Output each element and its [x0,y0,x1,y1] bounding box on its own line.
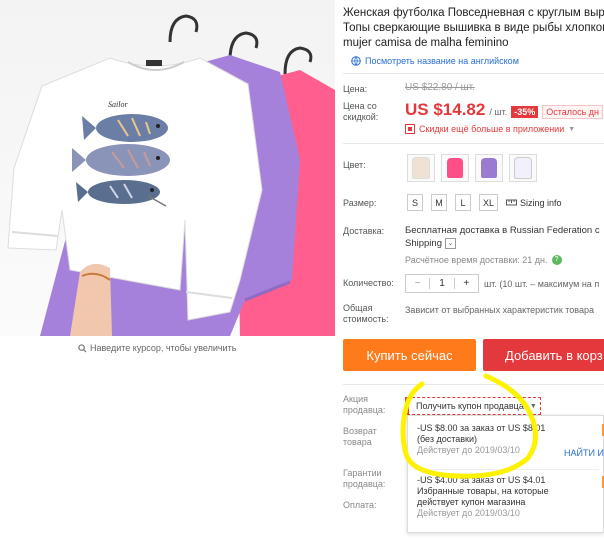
sizing-info-link[interactable]: Sizing info [506,198,562,208]
color-swatches [407,154,537,182]
color-swatch-pink[interactable] [441,154,469,182]
divider [343,143,604,144]
color-swatch-white[interactable] [509,154,537,182]
guarantee-label: Гарантии продавца: [343,468,386,489]
payment-label: Оплата: [343,500,377,510]
shirt-thumbnail [412,157,430,179]
add-to-cart-button[interactable]: Добавить в корз [483,339,604,371]
coupon-2-expiry: Действует до 2019/03/10 [417,508,520,518]
zoom-hint: Наведите курсор, чтобы увеличить [78,343,236,353]
color-swatch-beige[interactable] [407,154,435,182]
coupon-2-condition-1: Избранные товары, на которые [417,486,549,496]
total-label: Общая стоимость: [343,303,389,324]
size-s[interactable]: S [407,194,423,211]
free-shipping-text: Бесплатная доставка в Russian Federation… [405,225,600,236]
caret-down-icon: ▼ [529,402,537,410]
delivery-time: Расчётное время доставки: 21 дн. ? [405,255,562,265]
title-line-1: Женская футболка Повседневная с круглым … [343,7,604,19]
shirt-thumbnail [514,157,532,179]
divider [343,384,604,385]
coupon-2-amount: -US $4.00 за заказ от US $4.01 [417,475,546,485]
coupon-1-condition: (без доставки) [417,434,478,444]
return-label: Возврат товара [343,426,377,447]
price-row: US $14.82 / шт. -35% Осталось дн [405,100,604,120]
shipping-label: Доставка: [343,226,385,236]
shirt-thumbnail [481,158,497,178]
shirt-print-text: Sailor [108,100,128,109]
color-swatch-purple[interactable] [475,154,503,182]
shipping-method-text: Shipping [405,238,442,249]
per-unit: / шт. [489,107,508,117]
product-title: Женская футболка Повседневная с круглым … [343,6,604,51]
coupon-dropdown: -US $8.00 за заказ от US $8.01 (без дост… [407,415,604,533]
color-label: Цвет: [343,160,366,170]
shipping-method-select[interactable]: Shipping ⌄ [405,238,456,249]
chevron-down-icon: ▼ [568,125,576,133]
ruler-icon [506,199,518,206]
size-options: S M L XL Sizing info [407,194,562,211]
size-m[interactable]: M [431,194,447,211]
coupon-accent-bar [405,397,409,415]
product-image[interactable]: Sailor [0,0,335,336]
app-promo-text: Скидки ещё больше в приложении [419,124,565,134]
coupon-1-expiry: Действует до 2019/03/10 [417,445,520,455]
coupon-1-amount: -US $8.00 за заказ от US $8.01 [417,423,546,433]
sizing-info-text: Sizing info [520,197,562,208]
total-note: Зависит от выбранных характеристик товар… [405,305,594,315]
size-l[interactable]: L [455,194,471,211]
translate-link-text: Посмотреть название на английском [365,56,519,66]
quantity-stepper: − 1 + [405,274,479,293]
product-photo: Sailor [7,14,335,336]
quantity-decrease-button[interactable]: − [406,278,429,289]
quantity-label: Количество: [343,278,394,288]
quantity-note: шт. (10 шт. – максимум на п [484,279,600,289]
chevron-down-icon: ⌄ [444,238,456,249]
size-label: Размер: [343,198,377,208]
coupon-2-condition-2: действует купон магазина [417,497,526,507]
seller-promo-label: Акция продавца: [343,394,386,415]
discounted-price: US $14.82 [405,100,486,119]
price-label: Цена: [343,84,368,94]
qr-code-icon [405,124,415,134]
shirt-thumbnail [447,158,463,178]
old-price: US $22.80 / шт. [405,82,475,93]
discount-badge: -35% [511,106,539,118]
coupon-item-2[interactable]: -US $4.00 за заказ от US $4.01 Избранные… [417,475,549,519]
app-discount-promo[interactable]: Скидки ещё больше в приложении ▼ [405,124,575,134]
size-xl[interactable]: XL [479,194,499,211]
translate-title-link[interactable]: Посмотреть название на английском [351,56,519,66]
divider [343,73,604,74]
magnifier-icon [78,343,87,353]
buy-now-button[interactable]: Купить сейчас [343,339,476,371]
remaining-days-badge: Осталось дн [542,105,604,119]
zoom-hint-text: Наведите курсор, чтобы увеличить [90,343,237,353]
title-line-2: Топы сверкающие вышивка в виде рыбы хлоп… [343,22,604,34]
quantity-increase-button[interactable]: + [455,278,478,289]
globe-icon [351,56,361,66]
title-line-3: mujer camisa de malha feminino [343,37,509,49]
discount-price-label: Цена со скидкой: [343,101,379,122]
delivery-time-text: Расчётное время доставки: 21 дн. [405,255,548,265]
quantity-input[interactable]: 1 [429,278,455,289]
coupon-item-1[interactable]: -US $8.00 за заказ от US $8.01 (без дост… [417,423,545,456]
coupon-button-text: Получить купон продавца [416,401,524,411]
find-more-link[interactable]: НАЙТИ ИЗ [564,448,604,458]
info-icon[interactable]: ? [551,255,562,265]
divider [414,469,599,470]
get-seller-coupon-button[interactable]: Получить купон продавца ▼ [405,397,541,415]
